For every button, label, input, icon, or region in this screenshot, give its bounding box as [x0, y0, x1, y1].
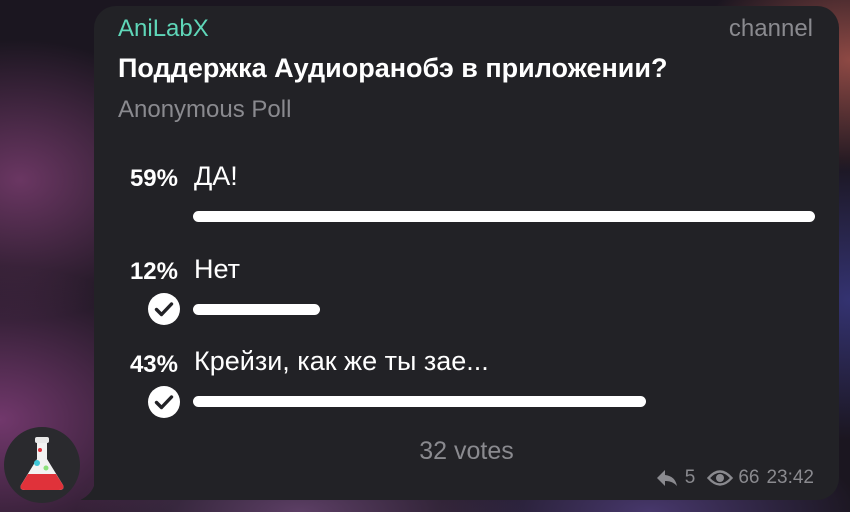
share-count[interactable]: 5: [655, 467, 696, 489]
share-count-value: 5: [684, 467, 696, 488]
poll-option-1-percent: 59%: [129, 165, 178, 192]
poll-option-3-bar: [193, 396, 646, 407]
eye-icon: [707, 470, 734, 486]
channel-name[interactable]: AniLabX: [118, 15, 209, 43]
check-icon: [148, 386, 180, 418]
view-count: 66: [707, 467, 759, 489]
share-arrow-icon: [656, 470, 677, 486]
flask-icon: [20, 437, 64, 490]
poll-option-2-bar: [193, 304, 320, 315]
votes-count[interactable]: 32 votes: [94, 437, 839, 466]
poll-type: Anonymous Poll: [118, 96, 292, 123]
message-meta: 5 66 23:42: [655, 467, 814, 489]
check-icon: [148, 293, 180, 325]
poll-option-1-bar: [193, 211, 815, 222]
poll-option-3-percent: 43%: [129, 351, 178, 378]
poll-option-2-percent: 12%: [129, 258, 178, 285]
channel-tag: channel: [728, 15, 813, 42]
channel-avatar[interactable]: [4, 427, 80, 503]
message-time: 23:42: [766, 467, 814, 488]
poll-question: Поддержка Аудиоранобэ в приложении?: [118, 53, 668, 83]
poll-option-3-text[interactable]: Крейзи, как же ты зае...: [194, 346, 489, 377]
poll-option-2-text[interactable]: Нет: [194, 254, 240, 285]
poll-option-1-text[interactable]: ДА!: [194, 161, 238, 192]
view-count-value: 66: [738, 467, 760, 488]
